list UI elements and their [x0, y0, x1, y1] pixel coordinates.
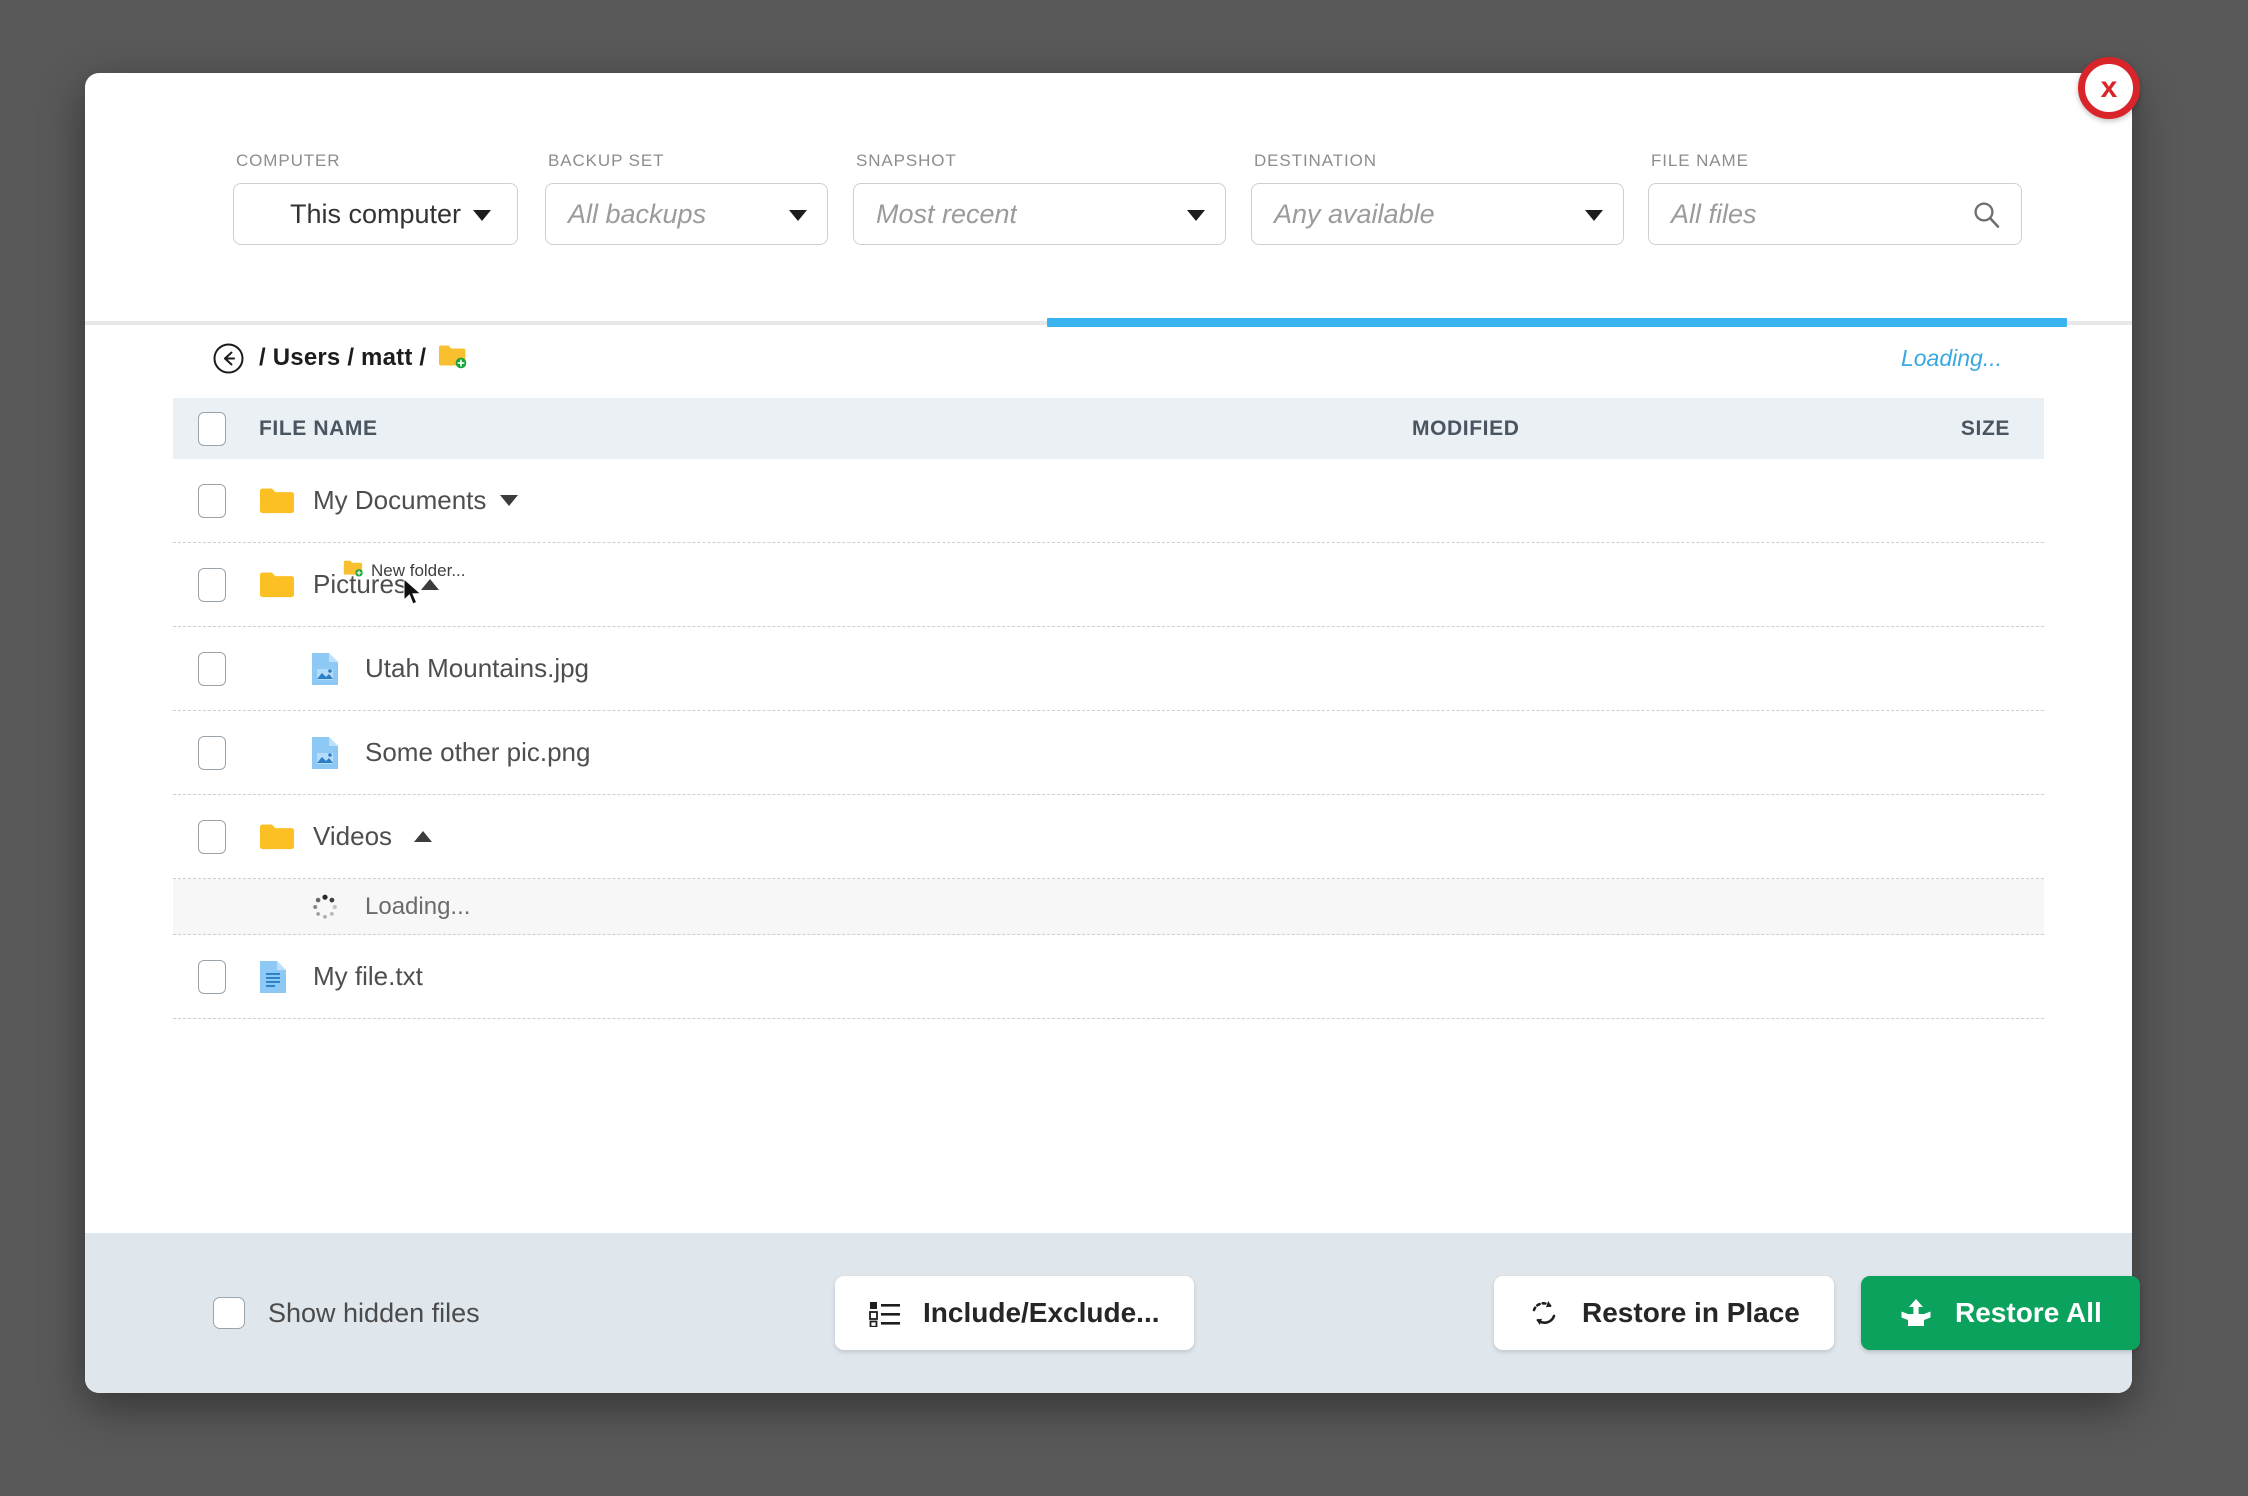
restore-browser-dialog: COMPUTER This computer BACKUP SET All ba… [85, 73, 2132, 1393]
row-name-cell: Some other pic.png [259, 736, 1412, 770]
row-select-cell [173, 736, 259, 770]
image-file-icon [311, 652, 357, 686]
close-icon: x [2101, 73, 2118, 103]
search-icon[interactable] [1972, 200, 2001, 234]
chevron-down-icon [1187, 210, 1205, 221]
row-checkbox[interactable] [198, 736, 226, 770]
folder-icon [259, 571, 305, 599]
include-exclude-button[interactable]: Include/Exclude... [835, 1276, 1194, 1350]
computer-select[interactable]: This computer [233, 183, 518, 245]
table-row[interactable]: Some other pic.png [173, 711, 2044, 795]
filter-snapshot-label: SNAPSHOT [856, 151, 957, 171]
snapshot-select[interactable]: Most recent [853, 183, 1226, 245]
row-select-cell [173, 960, 259, 994]
restore-in-place-button[interactable]: Restore in Place [1494, 1276, 1834, 1350]
restore-box-upload-icon [1899, 1298, 1933, 1328]
spinner-icon [311, 893, 357, 921]
restore-in-place-label: Restore in Place [1582, 1297, 1800, 1329]
row-select-cell [173, 568, 259, 602]
breadcrumb[interactable]: / Users / matt / [259, 344, 426, 372]
new-folder-icon [343, 559, 364, 582]
filter-destination: DESTINATION Any available [1251, 183, 1624, 245]
back-arrow-circle-icon[interactable] [213, 343, 244, 374]
filter-file-name-label: FILE NAME [1651, 151, 1749, 171]
new-folder-icon[interactable] [438, 343, 468, 374]
restore-all-button[interactable]: Restore All [1861, 1276, 2140, 1350]
text-file-icon [259, 960, 305, 994]
file-name-search-input[interactable]: All files [1648, 183, 2022, 245]
filter-computer: COMPUTER This computer [233, 183, 518, 245]
column-header-file-name[interactable]: FILE NAME [259, 417, 1412, 441]
backup-set-select-value: All backups [546, 199, 706, 230]
filter-snapshot: SNAPSHOT Most recent [853, 183, 1226, 245]
row-file-name[interactable]: My Documents [313, 485, 486, 516]
destination-select-value: Any available [1252, 199, 1435, 230]
row-checkbox[interactable] [198, 820, 226, 854]
table-row[interactable]: My file.txt [173, 935, 2044, 1019]
chevron-up-icon[interactable] [414, 831, 432, 842]
computer-select-value: This computer [290, 199, 461, 230]
close-dialog-button[interactable]: x [2078, 57, 2140, 119]
row-checkbox[interactable] [198, 484, 226, 518]
row-name-cell: Loading... [259, 893, 1412, 921]
row-select-cell [173, 820, 259, 854]
image-file-icon [311, 736, 357, 770]
row-checkbox[interactable] [198, 652, 226, 686]
restore-all-label: Restore All [1955, 1297, 2102, 1329]
table-row[interactable]: Pictures [173, 543, 2044, 627]
filter-bar: COMPUTER This computer BACKUP SET All ba… [85, 73, 2132, 251]
column-header-size[interactable]: SIZE [1872, 417, 2044, 441]
row-name-cell: My Documents [259, 485, 1412, 516]
sync-arrows-icon [1528, 1298, 1560, 1328]
table-row[interactable]: Videos [173, 795, 2044, 879]
row-select-cell [173, 484, 259, 518]
dialog-footer: Show hidden files Include/Exclude... [85, 1233, 2132, 1393]
chevron-down-icon[interactable] [500, 495, 518, 506]
file-name-search-placeholder: All files [1649, 199, 1757, 230]
file-table: FILE NAME MODIFIED SIZE My Documents [173, 398, 2044, 1233]
show-hidden-files-checkbox[interactable] [213, 1297, 245, 1329]
table-header-row: FILE NAME MODIFIED SIZE [173, 398, 2044, 459]
table-row-loading: Loading... [173, 879, 2044, 935]
row-checkbox[interactable] [198, 960, 226, 994]
chevron-down-icon [473, 210, 491, 221]
filter-file-name: FILE NAME All files [1648, 183, 2022, 245]
row-select-cell [173, 652, 259, 686]
snapshot-select-value: Most recent [854, 199, 1017, 230]
list-settings-icon [869, 1299, 901, 1327]
context-menu-item-new-folder[interactable]: New folder... [343, 559, 466, 582]
filter-destination-label: DESTINATION [1254, 151, 1377, 171]
filter-backup-set: BACKUP SET All backups [545, 183, 828, 245]
table-row[interactable]: Utah Mountains.jpg [173, 627, 2044, 711]
breadcrumb-status: Loading... [1901, 345, 2002, 372]
destination-select[interactable]: Any available [1251, 183, 1624, 245]
row-file-name[interactable]: Utah Mountains.jpg [365, 653, 589, 684]
chevron-down-icon [1585, 210, 1603, 221]
row-file-name[interactable]: Videos [313, 821, 392, 852]
chevron-down-icon [789, 210, 807, 221]
row-name-cell: Videos [259, 821, 1412, 852]
row-checkbox[interactable] [198, 568, 226, 602]
folder-icon [259, 487, 305, 515]
filter-backup-set-label: BACKUP SET [548, 151, 664, 171]
row-file-name[interactable]: My file.txt [313, 961, 423, 992]
row-loading-label: Loading... [365, 893, 470, 921]
filter-computer-label: COMPUTER [236, 151, 340, 171]
select-all-cell [173, 412, 259, 446]
context-menu-item-label: New folder... [371, 561, 466, 581]
column-header-modified[interactable]: MODIFIED [1412, 417, 1872, 441]
folder-icon [259, 823, 305, 851]
row-file-name[interactable]: Some other pic.png [365, 737, 590, 768]
select-all-checkbox[interactable] [198, 412, 226, 446]
include-exclude-label: Include/Exclude... [923, 1297, 1160, 1329]
row-name-cell: My file.txt [259, 960, 1412, 994]
breadcrumb-bar: / Users / matt / Loading... [85, 325, 2132, 391]
show-hidden-files-toggle[interactable]: Show hidden files [213, 1297, 480, 1329]
table-row[interactable]: My Documents [173, 459, 2044, 543]
show-hidden-files-label: Show hidden files [268, 1298, 480, 1329]
row-name-cell: Utah Mountains.jpg [259, 652, 1412, 686]
backup-set-select[interactable]: All backups [545, 183, 828, 245]
